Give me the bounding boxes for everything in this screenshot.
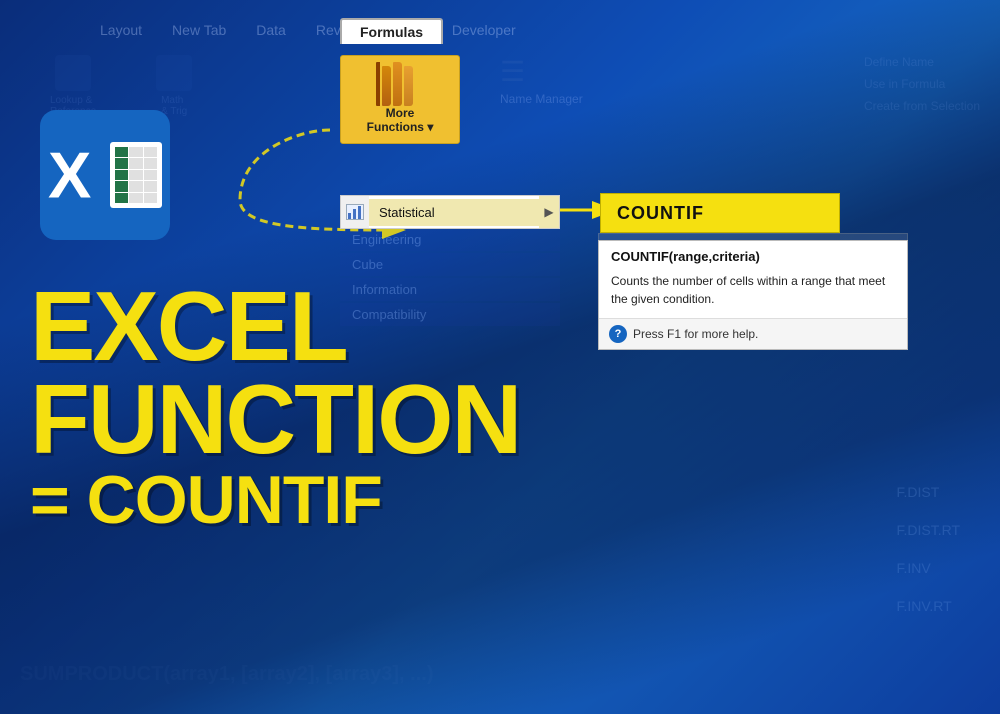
fdist-item: F.DIST	[896, 484, 960, 500]
countif-label: COUNTIF	[617, 203, 704, 224]
help-icon: ?	[609, 325, 627, 343]
more-functions-label: MoreFunctions ▾	[367, 106, 434, 135]
create-from-selection-label: Create from Selection	[864, 99, 980, 113]
countif-menu-item[interactable]: COUNTIF	[600, 193, 840, 233]
tab-developer: Developer	[452, 22, 516, 38]
tooltip-description: Counts the number of cells within a rang…	[599, 268, 907, 318]
statistical-text: Statistical	[379, 205, 435, 220]
information-item: Information	[340, 278, 560, 301]
formulas-tab[interactable]: Formulas	[340, 18, 443, 44]
statistical-icon	[341, 196, 369, 228]
book-stack-icon	[376, 62, 424, 106]
book-page-3	[404, 66, 413, 106]
statistical-menu-item[interactable]: Statistical ▶	[340, 195, 560, 229]
book-page-2	[393, 62, 402, 106]
help-text: Press F1 for more help.	[633, 327, 758, 341]
formula-bar-background: SUMPRODUCT(array1, [array2], [array3], .…	[0, 634, 1000, 714]
ribbon-tabs-background: Layout New Tab Data Review View Develope…	[0, 15, 1000, 45]
excel-x-letter: X	[48, 138, 91, 213]
tab-data: Data	[256, 22, 286, 38]
statistical-submenu-arrow: ▶	[539, 196, 559, 228]
finv-item: F.INV	[896, 560, 960, 576]
excel-logo-background: X	[40, 110, 170, 240]
bg-icon-2: Math& Trig	[156, 55, 192, 117]
book-spine	[376, 62, 380, 106]
title-countif: = COUNTIF	[30, 466, 520, 534]
ribbon-right-items: Define Name Use in Formula Create from S…	[864, 55, 980, 113]
engineering-item: Engineering	[340, 228, 560, 251]
ribbon-icons-background: Lookup &Reference Math& Trig	[50, 55, 192, 117]
chart-icon	[346, 204, 364, 220]
book-page-1	[382, 66, 391, 106]
define-name-label: Define Name	[864, 55, 980, 69]
bg-icon-1: Lookup &Reference	[50, 55, 96, 117]
finv-rt-item: F.INV.RT	[896, 598, 960, 614]
tooltip-footer: ? Press F1 for more help.	[599, 318, 907, 349]
statistical-label: Statistical	[369, 199, 539, 226]
tab-newtab: New Tab	[172, 22, 226, 38]
more-functions-button[interactable]: MoreFunctions ▾	[340, 55, 460, 144]
cell-list-background: F.DIST F.DIST.RT F.INV F.INV.RT	[896, 484, 960, 614]
countif-tooltip: COUNTIF(range,criteria) Counts the numbe…	[598, 240, 908, 350]
excel-logo: X	[40, 110, 170, 240]
tab-layout: Layout	[100, 22, 142, 38]
fdist-rt-item: F.DIST.RT	[896, 522, 960, 538]
title-function: FUNCTION	[30, 373, 520, 466]
compatibility-item: Compatibility	[340, 303, 560, 326]
formula-bar-text: SUMPRODUCT(array1, [array2], [array3], .…	[20, 663, 433, 686]
cube-item: Cube	[340, 253, 560, 276]
use-in-formula-label: Use in Formula	[864, 77, 980, 91]
tooltip-signature: COUNTIF(range,criteria)	[599, 241, 907, 268]
more-menu-background: Engineering Cube Information Compatibili…	[340, 228, 560, 326]
name-manager-label: ☰ Name Manager	[500, 55, 583, 106]
